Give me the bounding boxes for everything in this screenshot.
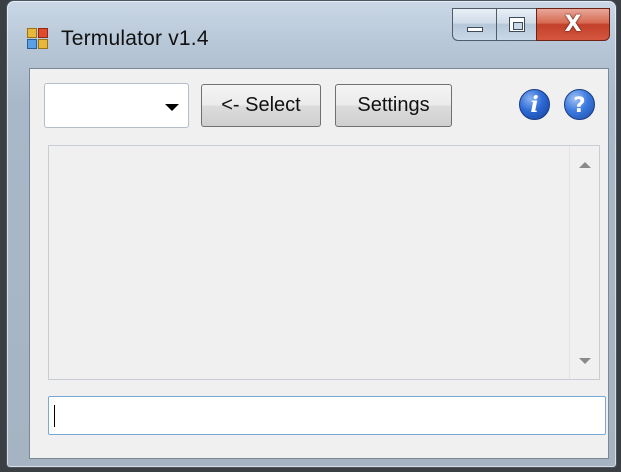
close-icon: X: [564, 12, 582, 37]
caption-buttons: X: [452, 8, 610, 41]
app-window: Termulator v1.4 X <- Select Settings i ?: [6, 0, 617, 468]
app-icon[interactable]: [27, 28, 49, 50]
terminal-output[interactable]: [48, 145, 600, 380]
close-button[interactable]: X: [536, 8, 610, 41]
minimize-icon: [467, 27, 483, 32]
scroll-up-arrow-icon[interactable]: [579, 162, 591, 168]
select-button[interactable]: <- Select: [201, 84, 321, 127]
maximize-button[interactable]: [496, 8, 536, 41]
command-input[interactable]: [48, 396, 606, 435]
title-bar[interactable]: Termulator v1.4 X: [7, 1, 616, 67]
port-dropdown[interactable]: [44, 83, 189, 128]
settings-button[interactable]: Settings: [335, 84, 452, 127]
vertical-scrollbar[interactable]: [569, 146, 599, 379]
help-icon[interactable]: ?: [564, 89, 595, 120]
minimize-button[interactable]: [452, 8, 496, 41]
chevron-down-icon[interactable]: [165, 104, 179, 111]
info-icon[interactable]: i: [519, 89, 550, 120]
scroll-down-arrow-icon[interactable]: [579, 358, 591, 364]
maximize-icon: [509, 17, 525, 32]
client-area: <- Select Settings i ?: [29, 68, 609, 459]
window-title: Termulator v1.4: [61, 27, 209, 50]
text-caret: [54, 405, 55, 427]
